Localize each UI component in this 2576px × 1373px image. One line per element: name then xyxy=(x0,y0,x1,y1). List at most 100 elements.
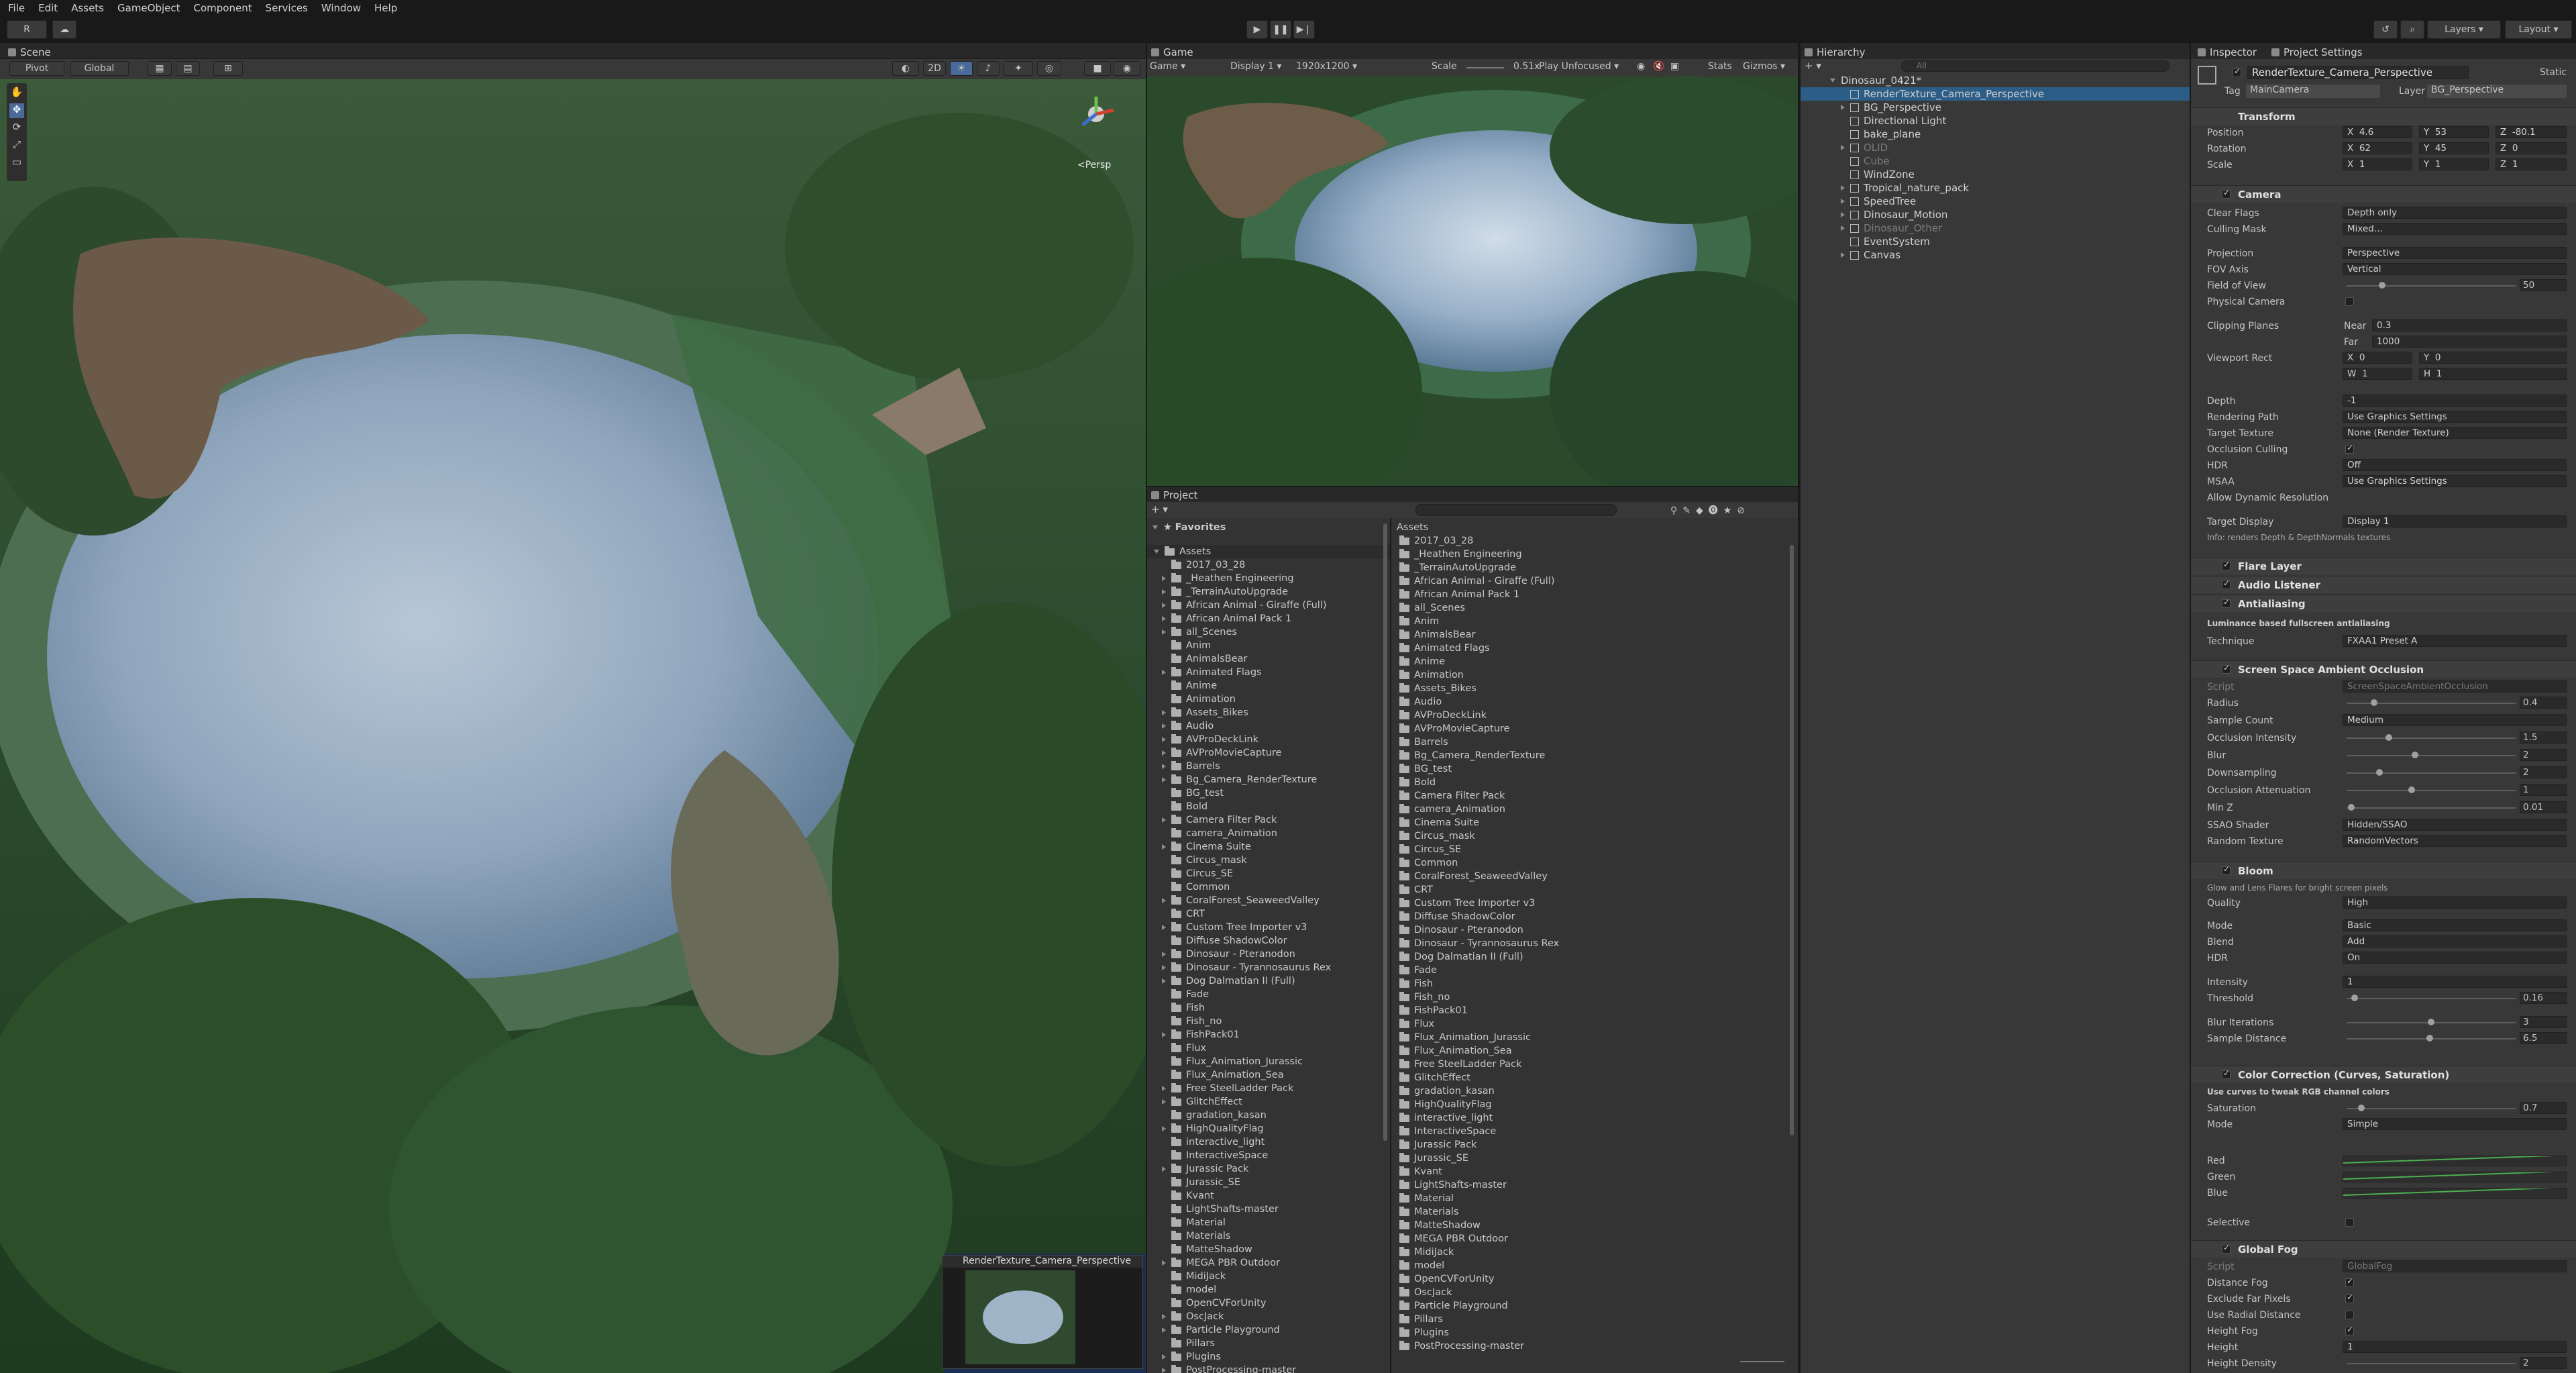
asset-folder-item[interactable]: GlitchEffect xyxy=(1399,1071,1470,1084)
pivot-toggle[interactable]: Pivot xyxy=(9,61,64,76)
asset-folder-item[interactable]: model xyxy=(1399,1259,1444,1272)
expand-icon[interactable] xyxy=(1162,844,1166,850)
min-z-slider[interactable] xyxy=(2347,804,2516,811)
asset-folder-item[interactable]: Fish_no xyxy=(1399,990,1450,1004)
attenuation-slider[interactable] xyxy=(2347,786,2516,793)
menu-component[interactable]: Component xyxy=(194,2,252,14)
tree-folder-item[interactable]: gradation_kasan xyxy=(1162,1109,1267,1122)
downsampling-knob[interactable] xyxy=(2375,769,2383,776)
occlusion-intensity-slider[interactable] xyxy=(2347,734,2516,741)
sample-distance-slider[interactable] xyxy=(2347,1035,2516,1041)
tree-folder-item[interactable]: African Animal - Giraffe (Full) xyxy=(1162,599,1327,612)
asset-folder-item[interactable]: AnimalsBear xyxy=(1399,628,1475,642)
target-display-dropdown[interactable]: Display 1 xyxy=(2343,515,2567,527)
hierarchy-item[interactable]: Cube xyxy=(1801,154,2190,168)
expand-icon[interactable] xyxy=(1162,616,1166,621)
asset-folder-item[interactable]: Free SteelLadder Pack xyxy=(1399,1058,1521,1071)
hierarchy-item[interactable]: Directional Light xyxy=(1801,114,2190,128)
projection-dropdown[interactable]: Perspective xyxy=(2343,247,2567,259)
red-curve[interactable] xyxy=(2343,1156,2567,1166)
asset-folder-item[interactable]: Fade xyxy=(1399,964,1437,977)
tree-folder-item[interactable]: Camera Filter Pack xyxy=(1162,813,1277,827)
asset-folder-item[interactable]: _TerrainAutoUpgrade xyxy=(1399,561,1516,574)
expand-icon[interactable] xyxy=(1162,750,1166,756)
audio-listener-header[interactable]: Audio Listener xyxy=(2191,576,2576,593)
assets-root[interactable]: Assets xyxy=(1147,545,1390,558)
target-texture-field[interactable]: None (Render Texture) xyxy=(2343,427,2567,439)
rotation-x[interactable]: X 62 xyxy=(2343,142,2412,154)
occlusion-intensity-value[interactable]: 1.5 xyxy=(2520,731,2567,744)
tree-folder-item[interactable]: Material xyxy=(1162,1216,1226,1229)
tree-folder-item[interactable]: Flux_Animation_Jurassic xyxy=(1162,1055,1303,1068)
threshold-value[interactable]: 0.16 xyxy=(2520,992,2567,1004)
scale-x[interactable]: X 1 xyxy=(2343,158,2412,170)
hierarchy-item[interactable]: EventSystem xyxy=(1801,235,2190,248)
asset-folder-item[interactable]: BG_test xyxy=(1399,762,1452,776)
expand-icon[interactable] xyxy=(1841,185,1845,191)
height-density-value[interactable]: 2 xyxy=(2520,1357,2567,1369)
depth-field[interactable]: -1 xyxy=(2343,395,2567,407)
hierarchy-create-button[interactable]: + ▾ xyxy=(1805,60,1821,72)
tree-folder-item[interactable]: MatteShadow xyxy=(1162,1243,1252,1256)
downsampling-slider[interactable] xyxy=(2347,769,2516,776)
menu-edit[interactable]: Edit xyxy=(38,2,58,14)
tree-folder-item[interactable]: GlitchEffect xyxy=(1162,1095,1242,1109)
tree-folder-item[interactable]: FishPack01 xyxy=(1162,1028,1240,1041)
expand-icon[interactable] xyxy=(1162,1032,1166,1037)
saturation-knob[interactable] xyxy=(2357,1105,2365,1111)
tab-scene[interactable]: Scene xyxy=(8,46,51,59)
asset-folder-item[interactable]: African Animal - Giraffe (Full) xyxy=(1399,574,1555,588)
audio-listener-checkbox[interactable] xyxy=(2222,578,2231,589)
gizmos-icon[interactable]: ◉ xyxy=(1114,61,1140,76)
expand-icon[interactable] xyxy=(1841,225,1845,231)
tree-folder-item[interactable]: HighQualityFlag xyxy=(1162,1122,1264,1135)
asset-folder-item[interactable]: Circus_mask xyxy=(1399,829,1475,843)
asset-folder-item[interactable]: gradation_kasan xyxy=(1399,1084,1495,1098)
expand-icon[interactable] xyxy=(1162,1368,1166,1373)
expand-icon[interactable] xyxy=(1841,145,1845,150)
expand-icon[interactable] xyxy=(1162,1327,1166,1333)
menu-help[interactable]: Help xyxy=(374,2,397,14)
tree-folder-item[interactable]: PostProcessing-master xyxy=(1162,1364,1296,1373)
asset-folder-item[interactable]: Kvant xyxy=(1399,1165,1442,1178)
tree-folder-item[interactable]: 2017_03_28 xyxy=(1162,558,1245,572)
bloom-quality-dropdown[interactable]: High xyxy=(2343,897,2567,909)
sample-count-dropdown[interactable]: Medium xyxy=(2343,714,2567,726)
layer-dropdown[interactable]: BG_Perspective xyxy=(2427,85,2567,98)
asset-folder-item[interactable]: InteractiveSpace xyxy=(1399,1125,1496,1138)
asset-folder-item[interactable]: MatteShadow xyxy=(1399,1219,1481,1232)
color-correction-checkbox[interactable] xyxy=(2222,1068,2231,1079)
grid-icon[interactable]: ▦ xyxy=(148,61,172,76)
tree-folder-item[interactable]: Barrels xyxy=(1162,760,1220,773)
asset-folder-item[interactable]: Materials xyxy=(1399,1205,1458,1219)
asset-folder-item[interactable]: Jurassic Pack xyxy=(1399,1138,1477,1152)
hidden-objects-icon[interactable]: ◎ xyxy=(1037,61,1061,76)
tree-folder-item[interactable]: Flux xyxy=(1162,1041,1206,1055)
asset-scrollbar[interactable] xyxy=(1790,545,1794,1135)
asset-folder-item[interactable]: Audio xyxy=(1399,695,1442,709)
tab-project[interactable]: Project xyxy=(1151,489,1197,502)
fov-knob[interactable] xyxy=(2379,282,2386,289)
project-breadcrumb[interactable]: Assets xyxy=(1397,521,1428,534)
camera-enabled-checkbox[interactable] xyxy=(2222,188,2231,199)
attenuation-value[interactable]: 1 xyxy=(2520,784,2567,796)
height-fog-checkbox[interactable] xyxy=(2345,1325,2354,1335)
asset-folder-item[interactable]: Camera Filter Pack xyxy=(1399,789,1505,803)
asset-folder-item[interactable]: all_Scenes xyxy=(1399,601,1465,615)
tab-inspector[interactable]: Inspector xyxy=(2198,46,2257,59)
tree-folder-item[interactable]: Free SteelLadder Pack xyxy=(1162,1082,1293,1095)
tree-folder-item[interactable]: Plugins xyxy=(1162,1350,1221,1364)
green-curve[interactable] xyxy=(2343,1172,2567,1182)
menu-services[interactable]: Services xyxy=(266,2,308,14)
tree-folder-item[interactable]: Jurassic_SE xyxy=(1162,1176,1240,1189)
asset-folder-item[interactable]: Custom Tree Importer v3 xyxy=(1399,897,1535,910)
rect-tool-icon[interactable]: ▭ xyxy=(9,156,24,170)
bloom-blend-dropdown[interactable]: Add xyxy=(2343,935,2567,948)
tree-folder-item[interactable]: Anim xyxy=(1162,639,1211,652)
hierarchy-search-input[interactable]: All xyxy=(1901,60,2169,72)
expand-icon[interactable] xyxy=(1162,737,1166,742)
hierarchy-item[interactable]: BG_Perspective xyxy=(1801,101,2190,114)
asset-folder-item[interactable]: CRT xyxy=(1399,883,1433,897)
lighting-icon[interactable]: ☀ xyxy=(950,61,973,76)
expand-icon[interactable] xyxy=(1162,1166,1166,1172)
